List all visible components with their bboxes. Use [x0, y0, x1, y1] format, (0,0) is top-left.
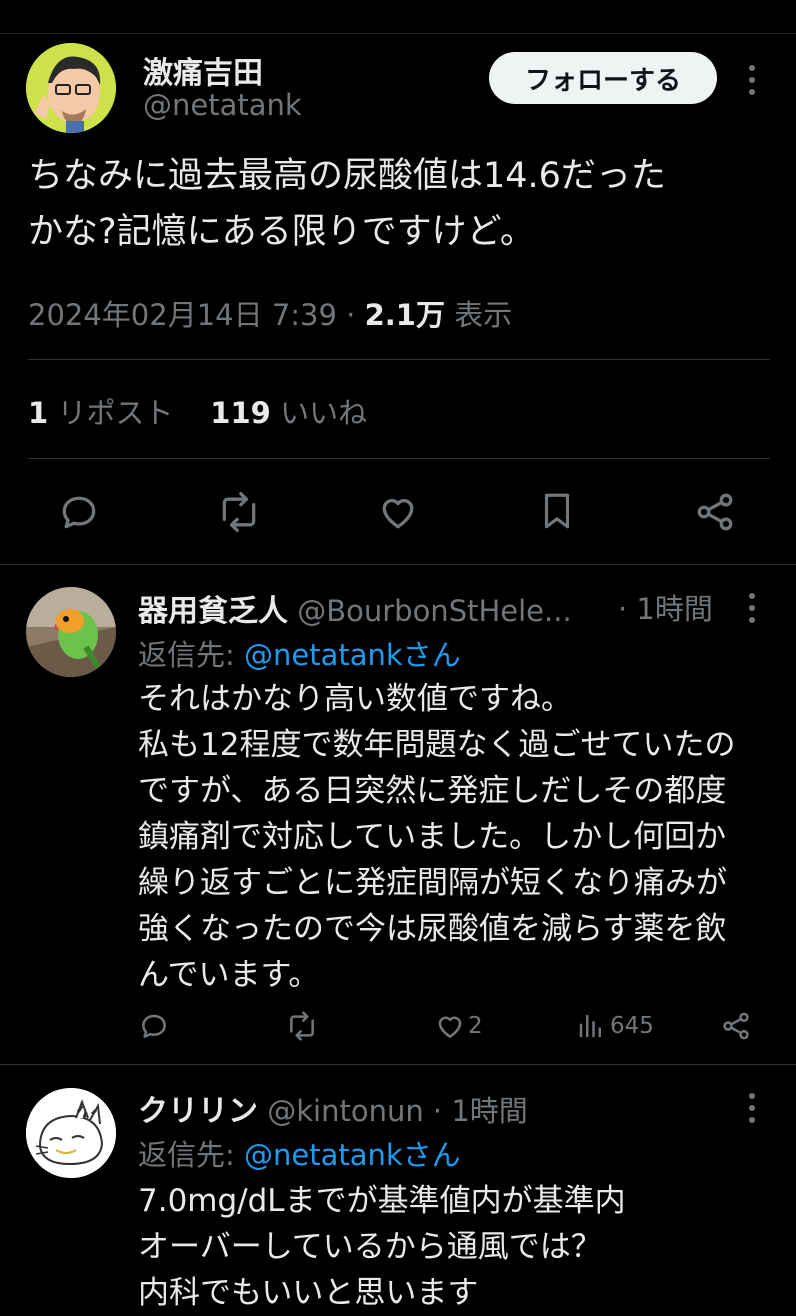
reply-text-line: 鎮痛剤で対応していました。しかし何回か: [138, 819, 727, 855]
tweet-meta: 2024年02月14日 7:39 · 2.1万 表示: [28, 292, 512, 334]
reply-to-prefix: 返信先:: [138, 1138, 235, 1172]
reply-view-count: 645: [610, 1013, 654, 1039]
reposts-label: リポスト: [57, 396, 174, 430]
reply-text-line: 繰り返すごとに発症間隔が短くなり痛みが: [138, 865, 727, 901]
reply-like-count: 2: [468, 1013, 483, 1039]
divider: [28, 359, 770, 360]
timestamp[interactable]: 2024年02月14日 7:39: [28, 298, 337, 332]
author-handle[interactable]: @netatank: [143, 88, 302, 122]
more-options-icon[interactable]: [737, 588, 767, 628]
divider: [0, 564, 796, 565]
divider: [0, 1064, 796, 1065]
likes-label: いいね: [280, 396, 368, 430]
likes-count: 119: [210, 396, 271, 430]
reposts-stat[interactable]: 1 リポスト: [28, 396, 173, 430]
author-name[interactable]: 激痛吉田: [143, 48, 263, 92]
like-icon[interactable]: [433, 1010, 467, 1042]
tweet-text-line: かな?記憶にある限りですけど。: [28, 212, 535, 252]
reply-text-line: 内科でもいいと思います: [138, 1275, 479, 1311]
share-icon[interactable]: [720, 1010, 752, 1042]
more-options-icon[interactable]: [737, 1088, 767, 1128]
top-divider: [0, 33, 796, 34]
view-count: 2.1万: [364, 298, 445, 332]
reply-time[interactable]: · 1時間: [618, 586, 713, 628]
reply-text-line: それはかなり高い数値ですね。: [138, 681, 572, 717]
tweet-text: ちなみに過去最高の尿酸値は14.6だった かな?記憶にある限りですけど。: [28, 148, 768, 260]
follow-button[interactable]: フォローする: [489, 52, 717, 104]
repost-icon[interactable]: [285, 1010, 319, 1042]
reply-text-line: 私も12程度で数年問題なく過ごせていたの: [138, 727, 736, 763]
reply-to: 返信先: @netatankさん: [138, 632, 461, 674]
reply-text-line: ですが、ある日突然に発症しだしその都度: [138, 773, 727, 809]
reply-icon[interactable]: [138, 1010, 170, 1042]
reposts-count: 1: [28, 396, 49, 430]
reply-icon[interactable]: [57, 490, 101, 534]
engagement-stats: 1 リポスト 119 いいね: [28, 390, 367, 432]
meta-separator: ·: [346, 298, 356, 332]
reply-author-handle[interactable]: @kintonun · 1時間: [267, 1094, 528, 1128]
reply-author-handle[interactable]: @BourbonStHele...: [297, 594, 571, 628]
like-icon[interactable]: [375, 490, 421, 534]
reply-text-line: 7.0mg/dLまでが基準値内が基準内: [138, 1183, 626, 1219]
divider: [28, 458, 770, 459]
reply-text-line: んでいます。: [138, 957, 320, 993]
reply-text: それはかなり高い数値ですね。 私も12程度で数年問題なく過ごせていたの ですが、…: [138, 676, 778, 998]
repost-icon[interactable]: [216, 490, 262, 534]
view-label: 表示: [454, 298, 513, 332]
reply-header: 器用貧乏人 @BourbonStHele...: [138, 586, 572, 630]
share-icon[interactable]: [693, 490, 737, 534]
reply-text-line: 強くなったので今は尿酸値を減らす薬を飲: [138, 911, 727, 947]
author-avatar[interactable]: [26, 43, 116, 133]
reply-author-name[interactable]: 器用貧乏人: [138, 594, 288, 629]
bookmark-icon[interactable]: [536, 488, 578, 534]
reply-text-line: オーバーしているから通風では？: [138, 1229, 602, 1265]
reply-to-link[interactable]: @netatankさん: [244, 1138, 461, 1172]
views-icon[interactable]: [576, 1010, 606, 1042]
reply-to: 返信先: @netatankさん: [138, 1132, 461, 1174]
reply-avatar[interactable]: [26, 1088, 116, 1178]
reply-header: クリリン @kintonun · 1時間: [138, 1086, 528, 1130]
likes-stat[interactable]: 119 いいね: [210, 396, 367, 430]
reply-avatar[interactable]: [26, 587, 116, 677]
reply-text: 7.0mg/dLまでが基準値内が基準内 オーバーしているから通風では？ 内科でも…: [138, 1178, 778, 1316]
reply-author-name[interactable]: クリリン: [138, 1094, 258, 1129]
reply-to-prefix: 返信先:: [138, 638, 235, 672]
more-options-icon[interactable]: [737, 60, 767, 100]
tweet-text-line: ちなみに過去最高の尿酸値は14.6だった: [28, 156, 666, 196]
reply-to-link[interactable]: @netatankさん: [244, 638, 461, 672]
